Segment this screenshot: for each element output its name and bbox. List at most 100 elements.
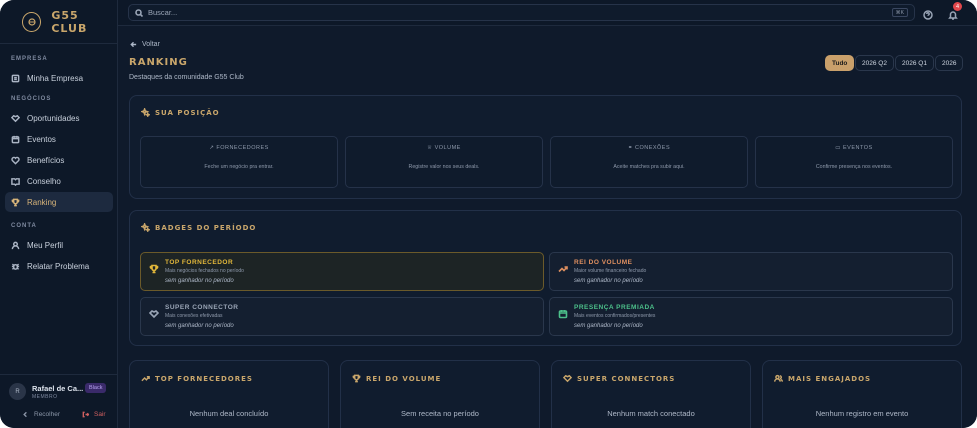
badges-card: BADGES DO PERÍODO TOP FORNECEDOR Mais ne… bbox=[129, 210, 962, 346]
handshake-icon bbox=[563, 374, 572, 383]
club-logo-icon bbox=[22, 11, 42, 32]
page-subtitle: Destaques da comunidade G55 Club bbox=[129, 74, 244, 81]
leaderboard-title: TOP FORNECEDORES bbox=[141, 374, 253, 383]
sidebar-item-label: Meu Perfil bbox=[27, 240, 64, 250]
trophy-icon bbox=[149, 261, 159, 274]
bell-icon bbox=[948, 11, 958, 20]
users-icon bbox=[774, 374, 783, 382]
badge-status: sem ganhador no período bbox=[574, 278, 643, 284]
badge-title: SUPER CONNECTOR bbox=[165, 304, 239, 311]
help-icon bbox=[923, 10, 933, 20]
sidebar-item-relatar-problema[interactable]: Relatar Problema bbox=[5, 256, 113, 276]
badge-description: Mais conexões efetivadas bbox=[165, 313, 223, 319]
leaderboard-title-text: REI DO VOLUME bbox=[366, 374, 442, 383]
badge-description: Mais eventos confirmados/presentes bbox=[574, 313, 656, 319]
search-box[interactable]: ⌘K bbox=[128, 4, 915, 21]
stat-label-text: VOLUME bbox=[434, 145, 461, 151]
back-label: Voltar bbox=[142, 41, 160, 48]
badge-description: Maior volume financeiro fechado bbox=[574, 268, 647, 274]
position-card-title: SUA POSIÇÃO bbox=[141, 108, 220, 117]
badge-super-connector[interactable]: SUPER CONNECTOR Mais conexões efetivadas… bbox=[140, 297, 544, 336]
leaderboard-title: SUPER CONNECTORS bbox=[563, 374, 675, 383]
badge-title: TOP FORNECEDOR bbox=[165, 259, 234, 266]
sidebar-item-minha-empresa[interactable]: Minha Empresa bbox=[5, 68, 113, 88]
stat-label-text: EVENTOS bbox=[843, 145, 873, 151]
calendar-icon bbox=[11, 135, 20, 143]
leaderboard-mais-engajados: MAIS ENGAJADOS Nenhum registro em evento bbox=[762, 360, 962, 428]
brand[interactable]: G55 CLUB bbox=[0, 0, 117, 44]
stat-eventos: ▭ EVENTOS Confirme presença nos eventos. bbox=[755, 136, 953, 188]
user-card[interactable]: R Rafael de Ca... MEMBRO Black bbox=[0, 374, 118, 400]
leaderboard-title: MAIS ENGAJADOS bbox=[774, 374, 871, 383]
help-button[interactable] bbox=[923, 7, 933, 20]
notification-count-badge: 4 bbox=[953, 2, 962, 11]
stat-label-text: FORNECEDORES bbox=[216, 145, 269, 151]
heart-icon bbox=[11, 156, 20, 165]
stat-hint: Feche um negócio pra entrar. bbox=[204, 164, 274, 170]
sidebar: G55 CLUB EMPRESA Minha Empresa NEGÓCIOS … bbox=[0, 0, 118, 428]
collapse-button[interactable]: Recolher bbox=[22, 411, 60, 418]
back-link[interactable]: Voltar bbox=[130, 41, 160, 48]
badge-presenca-premiada[interactable]: PRESENÇA PREMIADA Mais eventos confirmad… bbox=[549, 297, 953, 336]
book-icon bbox=[11, 177, 20, 186]
leaderboard-super-connectors: SUPER CONNECTORS Nenhum match conectado bbox=[551, 360, 751, 428]
main-content: Voltar RANKING Destaques da comunidade G… bbox=[118, 26, 977, 428]
leaderboard-empty-text: Nenhum match conectado bbox=[607, 409, 695, 418]
user-name: Rafael de Ca... bbox=[32, 384, 84, 393]
sidebar-item-conselho[interactable]: Conselho bbox=[5, 171, 113, 191]
user-role: MEMBRO bbox=[32, 394, 58, 400]
position-card: SUA POSIÇÃO ↗ FORNECEDORES Feche um negó… bbox=[129, 95, 962, 199]
period-tab-2026-q1[interactable]: 2026 Q1 bbox=[895, 55, 934, 71]
leaderboard-top-fornecedores: TOP FORNECEDORES Nenhum deal concluído bbox=[129, 360, 329, 428]
brand-name: G55 CLUB bbox=[51, 8, 88, 35]
badge-status: sem ganhador no período bbox=[165, 278, 234, 284]
search-input[interactable] bbox=[148, 8, 868, 17]
sidebar-item-meu-perfil[interactable]: Meu Perfil bbox=[5, 235, 113, 255]
sidebar-item-ranking[interactable]: Ranking bbox=[5, 192, 113, 212]
sidebar-item-label: Minha Empresa bbox=[27, 73, 84, 83]
badge-title: PRESENÇA PREMIADA bbox=[574, 304, 655, 311]
period-tab-2026[interactable]: 2026 bbox=[935, 55, 964, 71]
page-title: RANKING bbox=[129, 57, 188, 68]
badges-title-text: BADGES DO PERÍODO bbox=[155, 223, 257, 232]
user-icon bbox=[11, 241, 20, 249]
sidebar-item-beneficios[interactable]: Benefícios bbox=[5, 150, 113, 170]
stat-conexoes: ⚭ CONEXÕES Aceite matches pra subir aqui… bbox=[550, 136, 748, 188]
search-icon bbox=[135, 8, 143, 17]
trend-icon bbox=[558, 261, 568, 273]
sidebar-item-label: Relatar Problema bbox=[27, 261, 90, 271]
sparkles-icon bbox=[141, 108, 150, 117]
stat-fornecedores: ↗ FORNECEDORES Feche um negócio pra entr… bbox=[140, 136, 338, 188]
sidebar-item-label: Ranking bbox=[27, 197, 57, 207]
sidebar-item-label: Oportunidades bbox=[27, 113, 80, 123]
leaderboard-title-text: TOP FORNECEDORES bbox=[155, 374, 253, 383]
leaderboard-title: REI DO VOLUME bbox=[352, 374, 441, 383]
badge-top-fornecedor[interactable]: TOP FORNECEDOR Mais negócios fechados no… bbox=[140, 252, 544, 291]
sidebar-item-eventos[interactable]: Eventos bbox=[5, 129, 113, 149]
logout-label: Sair bbox=[94, 411, 106, 418]
stat-label-text: CONEXÕES bbox=[634, 145, 671, 151]
shortcut-hint: ⌘K bbox=[891, 8, 908, 17]
leaderboard-empty-text: Sem receita no período bbox=[401, 409, 479, 418]
position-title-text: SUA POSIÇÃO bbox=[155, 108, 220, 117]
period-tab-tudo[interactable]: Tudo bbox=[825, 55, 855, 71]
badge-title: REI DO VOLUME bbox=[574, 259, 633, 266]
logout-button[interactable]: Sair bbox=[82, 411, 106, 418]
topbar: ⌘K 4 bbox=[118, 0, 977, 26]
badge-rei-do-volume[interactable]: REI DO VOLUME Maior volume financeiro fe… bbox=[549, 252, 953, 291]
calendar-icon bbox=[558, 306, 568, 319]
stat-hint: Registre valor nos seus deals. bbox=[408, 164, 480, 170]
avatar: R bbox=[9, 383, 26, 400]
building-icon bbox=[11, 74, 20, 82]
leaderboard-title-text: SUPER CONNECTORS bbox=[577, 374, 676, 383]
bug-icon bbox=[11, 263, 20, 270]
sidebar-item-label: Benefícios bbox=[27, 155, 65, 165]
app-window: G55 CLUB EMPRESA Minha Empresa NEGÓCIOS … bbox=[0, 0, 977, 428]
collapse-label: Recolher bbox=[34, 411, 61, 418]
sidebar-item-oportunidades[interactable]: Oportunidades bbox=[5, 108, 113, 128]
period-tab-2026-q2[interactable]: 2026 Q2 bbox=[855, 55, 894, 71]
badges-card-title: BADGES DO PERÍODO bbox=[141, 223, 256, 232]
stat-hint: Confirme presença nos eventos. bbox=[815, 164, 893, 170]
trend-icon bbox=[141, 375, 150, 382]
chevron-left-icon bbox=[23, 411, 27, 418]
